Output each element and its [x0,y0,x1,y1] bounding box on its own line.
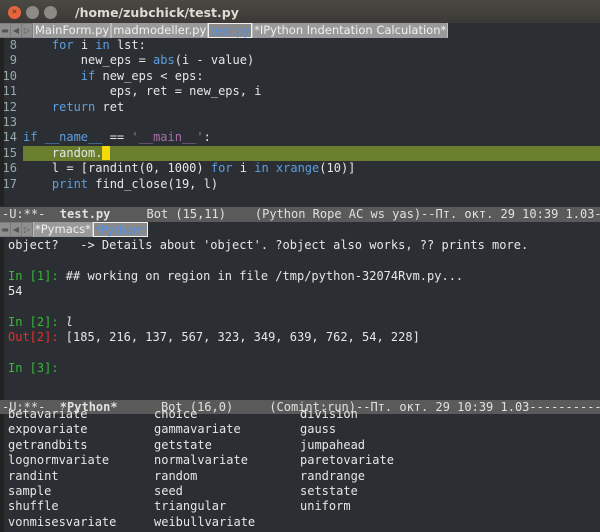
completion-item[interactable]: vonmisesvariate [8,515,154,530]
code-line[interactable]: 12 return ret [0,100,600,115]
in-prompt: In [3]: [8,361,66,376]
completion-item [300,515,446,530]
completion-item[interactable]: normalvariate [154,453,300,468]
completion-item[interactable]: division [300,407,446,422]
tab-mainform[interactable]: MainForm.py [33,23,112,38]
code-line[interactable]: 13 [0,115,600,130]
editor-scrollbar[interactable] [0,38,4,206]
tab-ipython-indentation[interactable]: *IPython Indentation Calculation* [252,23,449,38]
repl-input: ## working on region in file /tmp/python… [65,268,464,283]
python-repl[interactable]: object? -> Details about 'object'. ?obje… [8,238,598,377]
completion-item[interactable]: shuffle [8,499,154,514]
completion-item[interactable]: gauss [300,422,446,437]
code-text: if __name__ == '__main__': [23,130,211,145]
repl-input: l [65,314,74,329]
completion-item[interactable]: seed [154,484,300,499]
tabbar-home-button[interactable]: ▬ [0,24,10,37]
completion-item[interactable]: randrange [300,469,446,484]
modeline-state: -U:**- [2,207,60,221]
tab-pymacs[interactable]: *Pymacs* [33,222,93,237]
out-prompt: Out[2]: [8,330,66,345]
in-prompt: In [2]: [8,314,66,329]
repl-output: 54 [8,284,23,299]
window-titlebar: ✕ /home/zubchick/test.py [0,0,600,24]
repl-output: [185, 216, 137, 567, 323, 349, 639, 762,… [65,330,420,345]
modeline-buffer-name: test.py [59,207,111,221]
completion-item[interactable]: random [154,469,300,484]
completions-list: betavariate choice division expovariate gamm… [8,407,598,530]
modeline-modes: (Python Rope AC ws yas)--Пт. окт. 29 10:… [254,207,600,221]
tab-test-py[interactable]: test.py [208,23,253,38]
modeline-position: Bot (15,11) [110,207,255,221]
bottom-tabbar: ▬ ◀ ▷ *Pymacs* *Python* [0,222,600,237]
completion-item[interactable]: sample [8,484,154,499]
text-cursor [102,145,110,160]
completion-item[interactable]: paretovariate [300,453,446,468]
tab-madmodeller[interactable]: madmodeller.py [111,23,209,38]
code-line[interactable]: 14 if __name__ == '__main__': [0,130,600,145]
code-line[interactable]: 10 if new_eps < eps: [0,69,600,84]
code-text: l = [randint(0, 1000) for i in xrange(10… [23,161,356,176]
close-window-button[interactable]: ✕ [8,5,21,19]
top-tabbar: ▬ ◀ ▷ MainForm.py madmodeller.py test.py… [0,23,600,38]
code-text: random. [23,145,600,162]
completion-item[interactable]: getstate [154,438,300,453]
completion-item[interactable]: betavariate [8,407,154,422]
code-line[interactable]: 17 print find_close(19, l) [0,177,600,192]
code-line[interactable]: 15 random. [0,145,600,162]
completion-item[interactable]: randint [8,469,154,484]
in-prompt: In [1]: [8,268,66,283]
minimize-window-button[interactable] [26,5,39,19]
window-title: /home/zubchick/test.py [75,4,239,20]
completion-item[interactable]: choice [154,407,300,422]
tabbar-prev-button[interactable]: ◀ [11,223,21,236]
completions-scrollbar[interactable] [0,414,4,532]
completion-item[interactable]: lognormvariate [8,453,154,468]
tab-python[interactable]: *Python* [92,222,149,237]
code-text: new_eps = abs(i - value) [23,53,255,68]
completion-item[interactable]: weibullvariate [154,515,300,530]
completion-item[interactable]: jumpahead [300,438,446,453]
code-line[interactable]: 9 new_eps = abs(i - value) [0,53,600,68]
tabbar-next-button[interactable]: ▷ [22,24,32,37]
completion-item[interactable]: getrandbits [8,438,154,453]
repl-help-line: object? -> Details about 'object'. ?obje… [8,238,529,252]
completion-item[interactable]: gammavariate [154,422,300,437]
code-line[interactable]: 11 eps, ret = new_eps, i [0,84,600,99]
completion-item[interactable]: expovariate [8,422,154,437]
code-line[interactable]: 16 l = [randint(0, 1000) for i in xrange… [0,161,600,176]
tabbar-home-button[interactable]: ▬ [0,223,10,236]
code-text: for i in lst: [51,38,146,52]
code-text: eps, ret = new_eps, i [23,84,262,99]
completion-item[interactable]: setstate [300,484,446,499]
completion-item[interactable]: triangular [154,499,300,514]
completion-item[interactable]: uniform [300,499,446,514]
code-text: print find_close(19, l) [51,176,219,191]
code-editor[interactable]: 8 for i in lst: 9 new_eps = abs(i - value… [0,38,600,206]
repl-scrollbar[interactable] [0,238,4,400]
code-text: if new_eps < eps: [80,68,204,83]
code-line[interactable]: 8 for i in lst: [0,38,600,53]
modeline-editor: -U:**- test.py Bot (15,11) (Python Rope … [0,207,600,222]
tabbar-prev-button[interactable]: ◀ [11,24,21,37]
code-text: return ret [51,99,125,114]
maximize-window-button[interactable] [44,5,57,19]
tabbar-next-button[interactable]: ▷ [22,223,32,236]
